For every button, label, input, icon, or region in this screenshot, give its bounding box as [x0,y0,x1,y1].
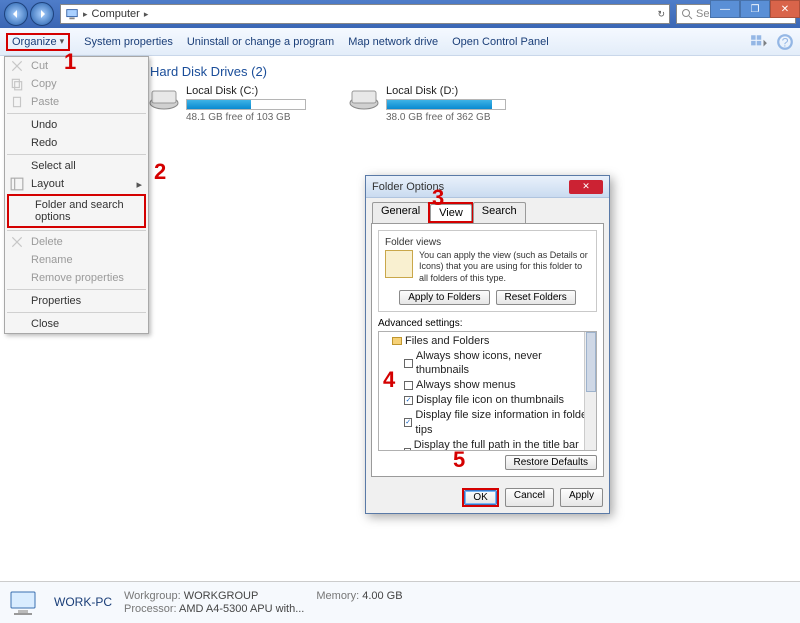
nav-forward-button[interactable] [30,2,54,26]
drive-item[interactable]: Local Disk (D:) 38.0 GB free of 362 GB [348,85,518,123]
status-bar: WORK-PC Workgroup: WORKGROUP Processor: … [0,581,800,623]
status-memory-value: 4.00 GB [362,590,402,602]
menu-folder-options[interactable]: Folder and search options [9,196,144,226]
reset-folders-button[interactable]: Reset Folders [496,290,576,305]
ok-button[interactable]: OK [464,490,496,505]
uninstall-link[interactable]: Uninstall or change a program [187,36,334,48]
system-properties-link[interactable]: System properties [84,36,173,48]
tree-root: Files and Folders [382,334,593,349]
window-minimize-button[interactable]: — [710,0,740,18]
copy-icon [10,77,24,91]
organize-menu-button[interactable]: Organize▾ [6,33,70,51]
folder-views-group: Folder views You can apply the view (suc… [378,230,597,312]
opt-file-icon-thumbs[interactable]: ✓Display file icon on thumbnails [382,393,593,408]
organize-dropdown: Cut Copy Paste Undo Redo Select all Layo… [4,56,149,334]
opt-file-size-tips[interactable]: ✓Display file size information in folder… [382,408,593,438]
status-cpu-label: Processor: [124,603,177,615]
drive-name: Local Disk (D:) [386,85,518,97]
menu-select-all[interactable]: Select all [5,157,148,175]
folder-icon [392,337,402,345]
address-bar[interactable]: ▸ Computer ▸ ↻ [60,4,670,24]
menu-redo[interactable]: Redo [5,134,148,152]
dialog-tabs: General View Search [366,198,609,223]
folder-views-icon [385,250,413,278]
menu-rename[interactable]: Rename [5,251,148,269]
drive-item[interactable]: Local Disk (C:) 48.1 GB free of 103 GB [148,85,318,123]
opt-always-icons[interactable]: Always show icons, never thumbnails [382,349,593,379]
window-maximize-button[interactable]: ❐ [740,0,770,18]
annotation-2: 2 [154,159,166,185]
tab-search[interactable]: Search [473,202,526,223]
drive-meter [386,99,506,110]
layout-icon [10,177,24,191]
view-options-icon[interactable] [750,33,768,51]
dialog-titlebar: Folder Options ✕ [366,176,609,198]
folder-options-dialog: Folder Options ✕ General View Search Fol… [365,175,610,514]
tab-general[interactable]: General [372,202,429,223]
cut-icon [10,59,24,73]
chevron-right-icon: ▸ [83,9,88,20]
folder-views-text: You can apply the view (such as Details … [419,250,590,284]
nav-back-button[interactable] [4,2,28,26]
menu-cut[interactable]: Cut [5,57,148,75]
scrollbar[interactable] [584,332,596,450]
annotation-1: 1 [64,49,76,75]
drive-free: 38.0 GB free of 362 GB [386,112,518,123]
advanced-settings-label: Advanced settings: [378,318,597,329]
menu-delete[interactable]: Delete [5,233,148,251]
refresh-icon[interactable]: ↻ [657,9,665,20]
menu-properties[interactable]: Properties [5,292,148,310]
menu-remove-properties[interactable]: Remove properties [5,269,148,287]
paste-icon [10,95,24,109]
search-icon [681,8,693,20]
folder-views-title: Folder views [385,237,590,248]
chevron-right-icon: ▸ [144,9,149,20]
cancel-button[interactable]: Cancel [505,488,554,507]
open-control-panel-link[interactable]: Open Control Panel [452,36,549,48]
drive-name: Local Disk (C:) [186,85,318,97]
window-close-button[interactable]: ✕ [770,0,800,18]
drive-meter [186,99,306,110]
annotation-3: 3 [432,185,444,211]
status-cpu-value: AMD A4-5300 APU with... [179,603,304,615]
menu-copy[interactable]: Copy [5,75,148,93]
titlebar: ▸ Computer ▸ ↻ Search Co [0,0,800,28]
menu-paste[interactable]: Paste [5,93,148,111]
dialog-close-button[interactable]: ✕ [569,180,603,194]
map-drive-link[interactable]: Map network drive [348,36,438,48]
delete-icon [10,235,24,249]
apply-button[interactable]: Apply [560,488,603,507]
status-memory-label: Memory: [316,590,359,602]
status-computer-name: WORK-PC [54,595,112,609]
apply-to-folders-button[interactable]: Apply to Folders [399,290,489,305]
annotation-4: 4 [383,367,395,393]
menu-undo[interactable]: Undo [5,116,148,134]
drive-free: 48.1 GB free of 103 GB [186,112,318,123]
scrollbar-thumb[interactable] [586,332,596,392]
hdd-icon [148,85,180,111]
restore-defaults-button[interactable]: Restore Defaults [505,455,597,470]
hdd-icon [348,85,380,111]
toolbar: Organize▾ System properties Uninstall or… [0,28,800,56]
help-icon[interactable]: ? [776,33,794,51]
menu-close[interactable]: Close [5,315,148,333]
computer-icon [65,7,79,21]
status-workgroup-value: WORKGROUP [184,590,259,602]
opt-always-menus[interactable]: Always show menus [382,378,593,393]
annotation-5: 5 [453,447,465,473]
svg-text:?: ? [782,35,789,49]
status-workgroup-label: Workgroup: [124,590,181,602]
opt-full-path-title[interactable]: Display the full path in the title bar (… [382,438,593,451]
computer-icon [8,589,42,617]
menu-layout[interactable]: Layout [5,175,148,193]
address-text: Computer [92,8,140,20]
advanced-settings-list[interactable]: Files and Folders Always show icons, nev… [378,331,597,451]
